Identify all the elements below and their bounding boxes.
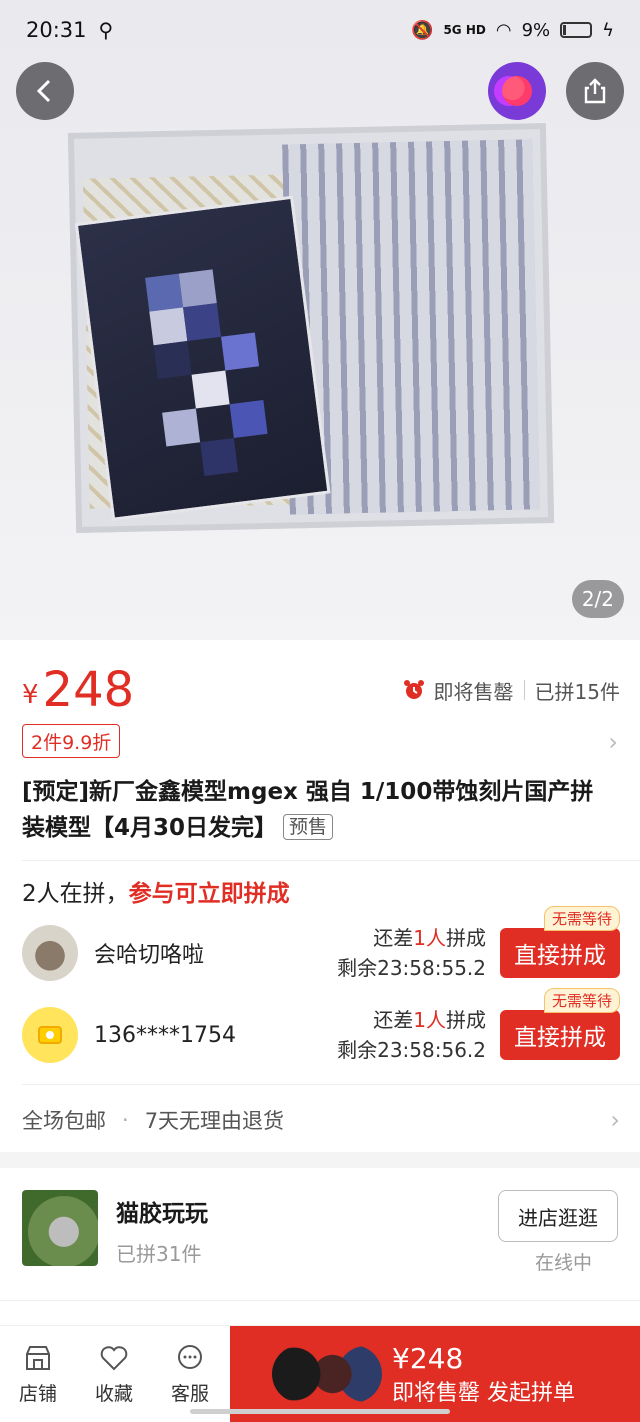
group-buy-header: 2人在拼，参与可立即拼成 — [22, 874, 290, 908]
bottom-action-bar: 店铺 收藏 客服 ¥248 即将售罄 发起拼单 — [0, 1326, 640, 1422]
wifi-icon: ◠ — [495, 19, 512, 41]
group-user-name: 136****1754 — [94, 1022, 236, 1048]
price-row: ¥ 248 即将售罄 已拼15件 — [22, 660, 620, 720]
need-suffix: 拼成 — [446, 1008, 486, 1032]
presale-tag: 预售 — [283, 814, 334, 840]
divider — [0, 1300, 640, 1328]
cta-price: ¥248 — [392, 1341, 464, 1375]
group-info: 还差1人拼成 剩余23:58:56.2 — [337, 1005, 486, 1065]
share-button[interactable] — [566, 62, 624, 120]
status-time: 20:31 — [26, 18, 87, 42]
brand-logo-icon — [502, 76, 532, 106]
need-count: 1人 — [413, 1008, 446, 1032]
separator-dot: · — [122, 1108, 129, 1132]
group-info: 还差1人拼成 剩余23:58:55.2 — [337, 923, 486, 983]
group-user-name: 会哈切咯啦 — [94, 943, 205, 968]
group-remaining: 剩余23:58:56.2 — [337, 1038, 486, 1062]
divider — [22, 1084, 640, 1085]
join-group-button[interactable]: 直接拼成 无需等待 — [500, 906, 620, 978]
join-group-button[interactable]: 直接拼成 无需等待 — [500, 988, 620, 1060]
discount-badge[interactable]: 2件9.9折 — [22, 724, 121, 758]
need-prefix: 还差 — [373, 1008, 414, 1032]
service-label: 客服 — [170, 1382, 209, 1405]
avatar — [22, 1007, 78, 1063]
joined-count: 已拼15件 — [534, 679, 620, 704]
store-button[interactable]: 店铺 — [0, 1326, 76, 1422]
usb-icon: ⚲ — [98, 18, 114, 42]
divider — [523, 680, 525, 700]
back-button[interactable] — [16, 62, 74, 120]
sale-meta: 即将售罄 已拼15件 — [402, 676, 620, 705]
no-wait-badge: 无需等待 — [543, 906, 620, 931]
join-group-label: 直接拼成 — [514, 943, 606, 969]
chat-icon — [178, 1344, 202, 1369]
customer-service-button[interactable]: 客服 — [152, 1326, 228, 1422]
avatar — [22, 925, 78, 981]
visit-shop-button[interactable]: 进店逛逛 — [498, 1190, 618, 1242]
group-need: 还差1人拼成 — [337, 923, 486, 953]
shop-online-status: 在线中 — [534, 1252, 592, 1274]
cta-text: ¥248 即将售罄 发起拼单 — [392, 1342, 575, 1407]
chevron-left-icon — [36, 79, 51, 103]
service-row[interactable]: 全场包邮 · 7天无理由退货 › — [22, 1094, 620, 1146]
price-amount: 248 — [42, 662, 135, 718]
free-shipping: 全场包邮 — [22, 1109, 106, 1133]
section-gap — [0, 1152, 640, 1168]
need-suffix: 拼成 — [446, 926, 486, 950]
group-count-text: 2人在拼， — [22, 881, 129, 907]
alarm-clock-icon — [403, 680, 424, 699]
chevron-right-icon[interactable]: › — [608, 728, 618, 756]
sale-status: 即将售罄 — [433, 679, 514, 704]
network-label: 5G HD — [443, 23, 486, 37]
join-group-label: 直接拼成 — [514, 1025, 606, 1051]
product-title: [预定]新厂金鑫模型mgex 强自 1/100带蚀刻片国产拼装模型【4月30日发… — [22, 774, 606, 846]
need-count: 1人 — [413, 926, 446, 950]
heart-icon — [100, 1345, 128, 1370]
no-wait-badge: 无需等待 — [543, 988, 620, 1013]
currency-symbol: ¥ — [22, 680, 39, 710]
share-icon — [584, 78, 606, 104]
shop-name[interactable]: 猫胶玩玩 — [116, 1194, 208, 1228]
store-icon — [26, 1345, 50, 1370]
group-join-hint: 参与可立即拼成 — [128, 881, 290, 907]
group-row: 136****1754 还差1人拼成 剩余23:58:56.2 直接拼成 无需等… — [22, 988, 620, 1070]
cta-product-thumbnails — [272, 1345, 382, 1403]
mute-icon: 🔕 — [411, 19, 434, 41]
battery-icon — [560, 22, 593, 38]
start-group-buy-button[interactable]: ¥248 即将售罄 发起拼单 — [230, 1326, 640, 1422]
shop-card: 猫胶玩玩 已拼31件 进店逛逛 在线中 — [0, 1168, 640, 1298]
brand-button[interactable] — [488, 62, 546, 120]
divider — [22, 860, 640, 861]
pixelated-manual — [74, 195, 331, 521]
home-indicator[interactable] — [190, 1409, 450, 1414]
return-policy: 7天无理由退货 — [144, 1109, 285, 1133]
group-remaining: 剩余23:58:55.2 — [337, 956, 486, 980]
group-row: 会哈切咯啦 还差1人拼成 剩余23:58:55.2 直接拼成 无需等待 — [22, 906, 620, 988]
battery-percent: 9% — [521, 19, 551, 41]
shop-avatar[interactable] — [22, 1190, 98, 1266]
shop-sold-count: 已拼31件 — [116, 1242, 202, 1266]
store-label: 店铺 — [18, 1382, 57, 1405]
chevron-right-icon: › — [610, 1106, 620, 1134]
favorite-label: 收藏 — [94, 1382, 133, 1405]
group-need: 还差1人拼成 — [337, 1005, 486, 1035]
image-counter: 2/2 — [571, 580, 624, 618]
favorite-button[interactable]: 收藏 — [76, 1326, 152, 1422]
camera-icon — [38, 1026, 62, 1044]
need-prefix: 还差 — [373, 926, 414, 950]
cta-label: 即将售罄 发起拼单 — [392, 1380, 575, 1406]
status-bar: 20:31 ⚲ 🔕 5G HD ◠ 9% ϟ — [0, 0, 640, 60]
product-photo — [67, 123, 555, 533]
charging-icon: ϟ — [602, 19, 614, 41]
